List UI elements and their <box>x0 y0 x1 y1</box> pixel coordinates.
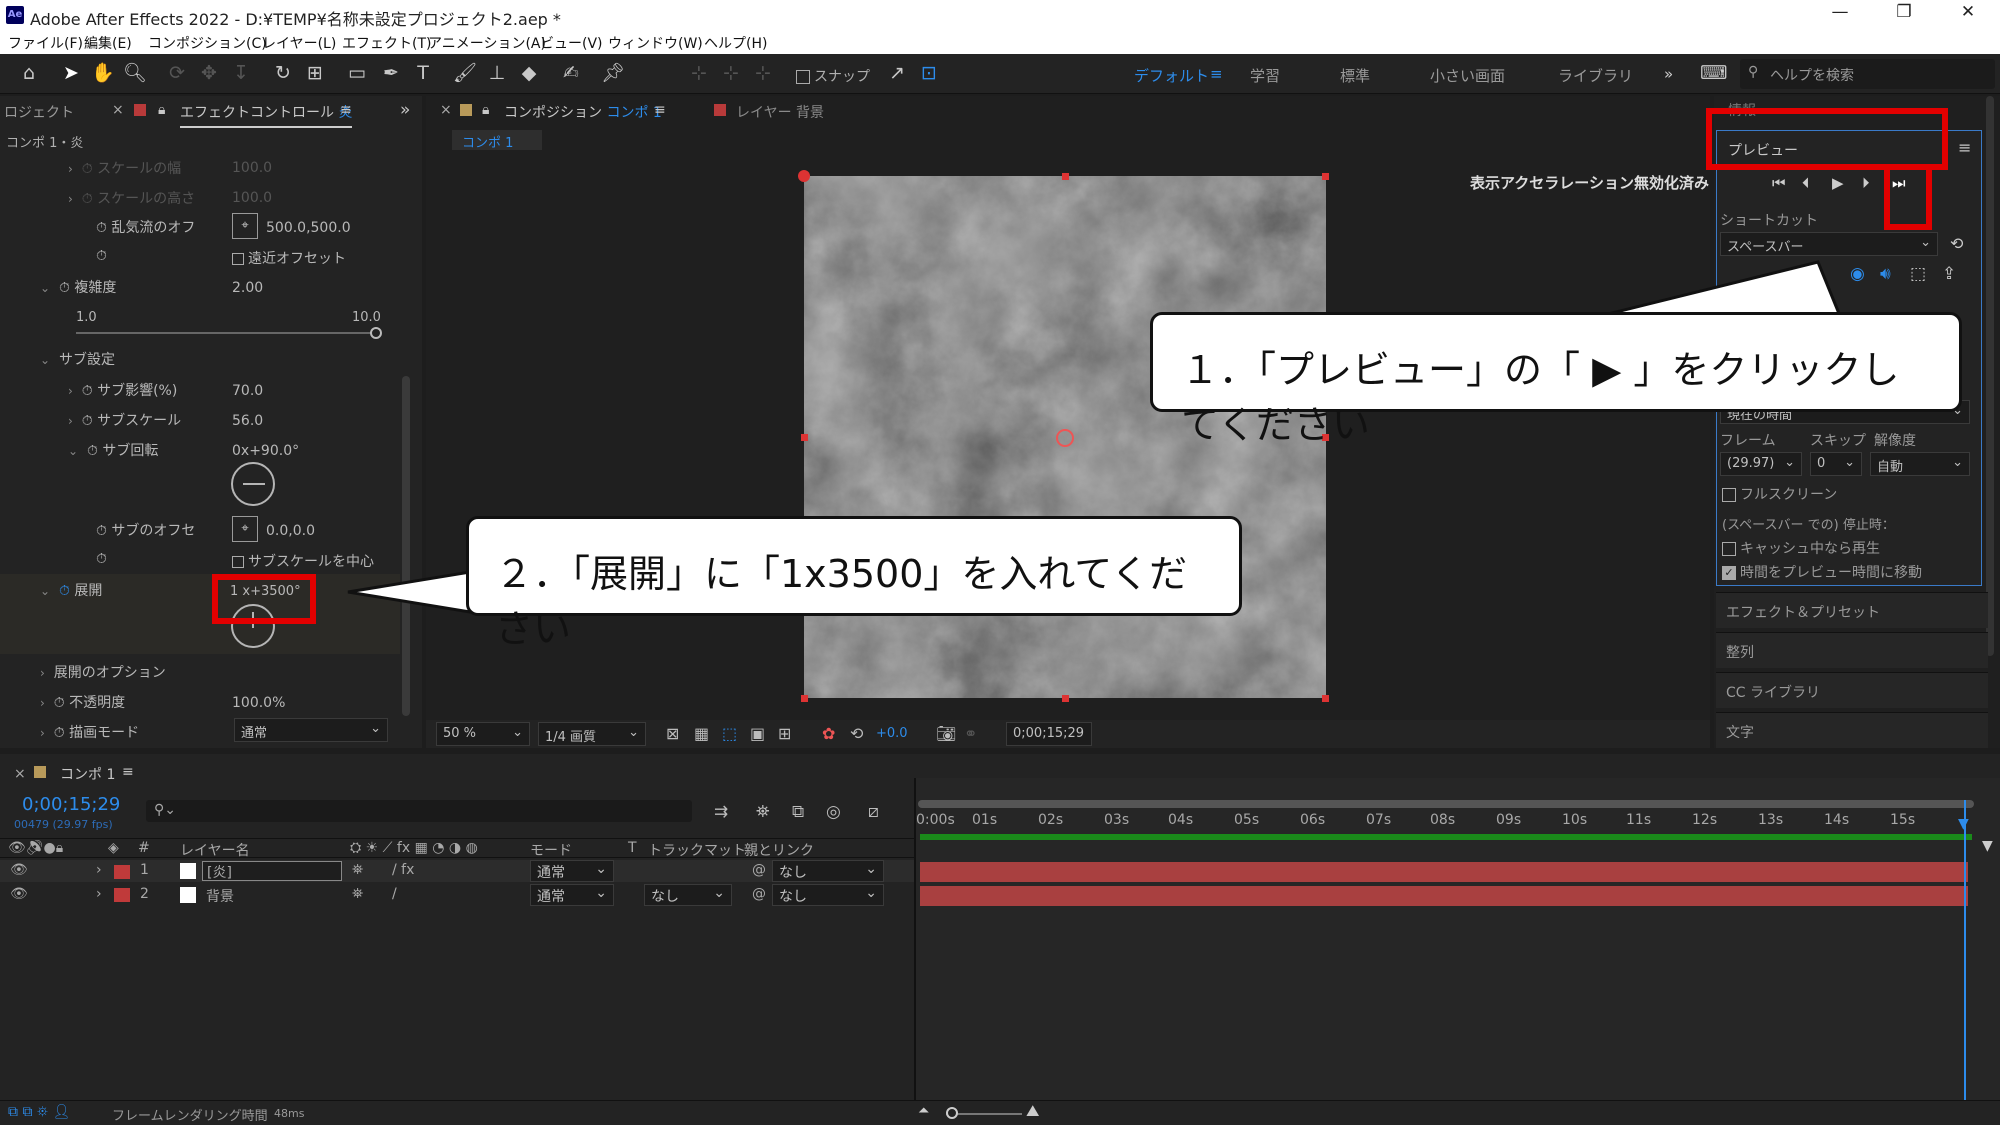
callout-step-2: ２．「展開」に「1x3500」を入れてください <box>466 516 1242 651</box>
callout-step-1: １．「プレビュー」の「 ▶ 」をクリックしてください <box>1150 312 1962 447</box>
